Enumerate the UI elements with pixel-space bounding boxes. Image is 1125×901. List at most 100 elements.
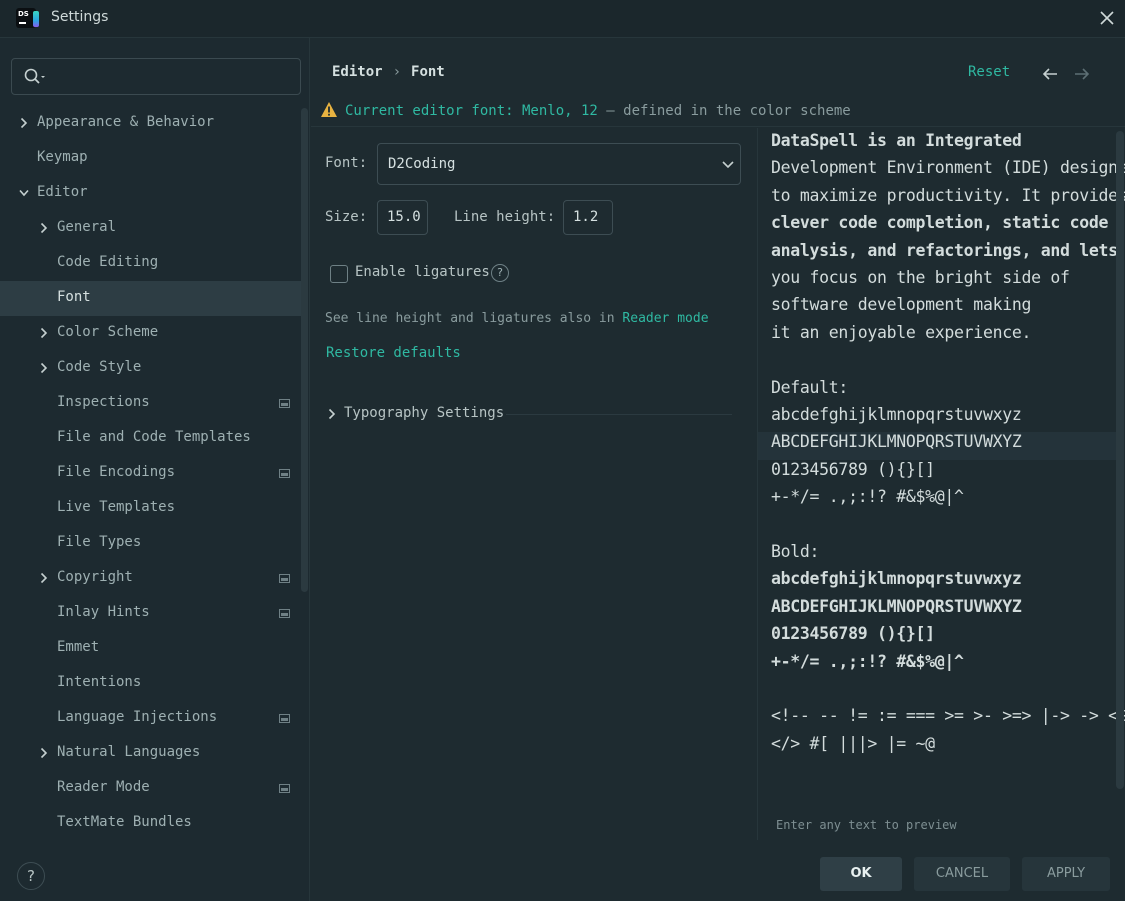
chevron-right-icon[interactable] [39,222,49,234]
sidebar-item-file-encodings[interactable]: File Encodings [0,456,308,491]
sidebar-item-live-templates[interactable]: Live Templates [0,491,308,526]
warning-font-name[interactable]: Current editor font: Menlo, 12 [345,103,598,119]
breadcrumb: Editor › Font [332,64,445,80]
project-level-icon [279,784,290,793]
sidebar-item-label: Reader Mode [57,779,150,795]
chevron-right-icon[interactable] [39,747,49,759]
font-select[interactable]: D2Coding [377,143,741,185]
size-field[interactable]: 15.0 [377,200,428,235]
sidebar-item-label: Emmet [57,639,100,655]
sidebar-item-editor[interactable]: Editor [0,176,308,211]
title-bar: DS Settings [0,0,1125,38]
ligatures-checkbox[interactable] [330,265,348,283]
sidebar-item-emmet[interactable]: Emmet [0,631,308,666]
preview-line: </> #[ |||> |= ~@ [771,733,935,753]
sidebar-item-color-scheme[interactable]: Color Scheme [0,316,308,351]
font-warning-banner: Current editor font: Menlo, 12 — defined… [311,95,1125,127]
preview-line: to maximize productivity. It provides [771,185,1125,205]
ligatures-help-icon[interactable]: ? [491,264,509,282]
chevron-down-icon [722,161,734,169]
reader-mode-link[interactable]: Reader mode [622,311,708,326]
preview-line: Development Environment (IDE) designed [771,158,1125,178]
divider [506,414,732,415]
preview-line: <!-- -- != := === >= >- >=> |-> -> <$> [771,706,1125,726]
font-select-value: D2Coding [388,156,456,172]
back-arrow-icon[interactable] [1041,66,1059,82]
sidebar-item-label: Code Style [57,359,142,375]
chevron-right-icon[interactable] [39,362,49,374]
sidebar-item-language-injections[interactable]: Language Injections [0,701,308,736]
line-height-label: Line height: [454,209,556,225]
sidebar-item-reader-mode[interactable]: Reader Mode [0,771,308,806]
sidebar-item-appearance-behavior[interactable]: Appearance & Behavior [0,106,308,141]
reader-mode-hint: See line height and ligatures also in Re… [325,311,709,326]
sidebar-item-code-editing[interactable]: Code Editing [0,246,308,281]
sidebar-item-label: Appearance & Behavior [37,114,215,130]
sidebar-item-label: Editor [37,184,88,200]
preview-line: +-*/= .,;:!? #&$%@|^ [771,651,964,671]
preview-scrollbar[interactable] [1116,131,1124,789]
sidebar-item-label: Color Scheme [57,324,159,340]
forward-arrow-icon[interactable] [1073,66,1091,82]
dataspell-logo-icon: DS [16,8,39,28]
search-input[interactable] [52,65,292,89]
sidebar-item-label: General [57,219,117,235]
sidebar-item-natural-languages[interactable]: Natural Languages [0,736,308,771]
reader-hint-text: See line height and ligatures also in [325,311,623,326]
sidebar-item-file-types[interactable]: File Types [0,526,308,561]
sidebar-item-textmate-bundles[interactable]: TextMate Bundles [0,806,308,841]
sidebar-item-label: Code Editing [57,254,159,270]
cancel-button[interactable]: CANCEL [914,857,1010,891]
apply-button[interactable]: APPLY [1022,857,1110,891]
sidebar-item-label: Inspections [57,394,150,410]
preview-line: abcdefghijklmnopqrstuvwxyz [771,569,1022,589]
chevron-down-icon[interactable] [19,187,29,199]
breadcrumb-editor[interactable]: Editor [332,64,383,80]
font-preview-editor[interactable]: DataSpell is an Integrated Development En… [758,128,1125,840]
typography-settings-toggle[interactable]: Typography Settings [326,404,506,424]
sidebar-item-code-style[interactable]: Code Style [0,351,308,386]
chevron-right-icon[interactable] [39,327,49,339]
preview-line: 0123456789 (){}[] [771,459,935,479]
preview-line: abcdefghijklmnopqrstuvwxyz [771,405,1022,424]
preview-line: ABCDEFGHIJKLMNOPQRSTUVWXYZ [758,432,1116,461]
window-title: Settings [51,9,109,25]
sidebar-item-label: Intentions [57,674,142,690]
sidebar-item-label: Font [57,289,91,305]
sidebar-item-file-and-code-templates[interactable]: File and Code Templates [0,421,308,456]
typography-settings-label: Typography Settings [344,405,505,421]
help-button[interactable]: ? [17,862,45,890]
ok-button[interactable]: OK [820,857,902,891]
sidebar-item-font[interactable]: Font [0,281,308,316]
sidebar-item-inspections[interactable]: Inspections [0,386,308,421]
sidebar-item-inlay-hints[interactable]: Inlay Hints [0,596,308,631]
preview-line: clever code completion, static code [771,213,1109,233]
sidebar-item-copyright[interactable]: Copyright [0,561,308,596]
chevron-right-icon[interactable] [39,572,49,584]
sidebar-item-intentions[interactable]: Intentions [0,666,308,701]
preview-line: Bold: [771,542,820,561]
sidebar-item-label: File Encodings [57,464,176,480]
preview-line: ABCDEFGHIJKLMNOPQRSTUVWXYZ [771,596,1022,616]
warning-text: Current editor font: Menlo, 12 — defined… [345,103,851,119]
project-level-icon [279,609,290,618]
sidebar-scrollbar[interactable] [301,108,308,592]
search-box[interactable] [11,58,301,95]
sidebar-item-label: Language Injections [57,709,218,725]
reset-link[interactable]: Reset [968,64,1010,80]
size-label: Size: [325,209,368,225]
project-level-icon [279,469,290,478]
sidebar-item-keymap[interactable]: Keymap [0,141,308,176]
preview-line: Default: [771,377,849,397]
sidebar-item-general[interactable]: General [0,211,308,246]
chevron-right-icon[interactable] [19,117,29,129]
sidebar-item-label: Inlay Hints [57,604,150,620]
restore-defaults-link[interactable]: Restore defaults [326,345,461,361]
preview-hint: Enter any text to preview [776,818,957,832]
ligatures-label[interactable]: Enable ligatures [355,264,490,280]
preview-line: DataSpell is an Integrated [771,131,1022,150]
close-icon[interactable] [1097,8,1117,28]
search-icon[interactable] [24,68,46,86]
sidebar-item-label: TextMate Bundles [57,814,192,830]
line-height-field[interactable]: 1.2 [563,200,613,235]
